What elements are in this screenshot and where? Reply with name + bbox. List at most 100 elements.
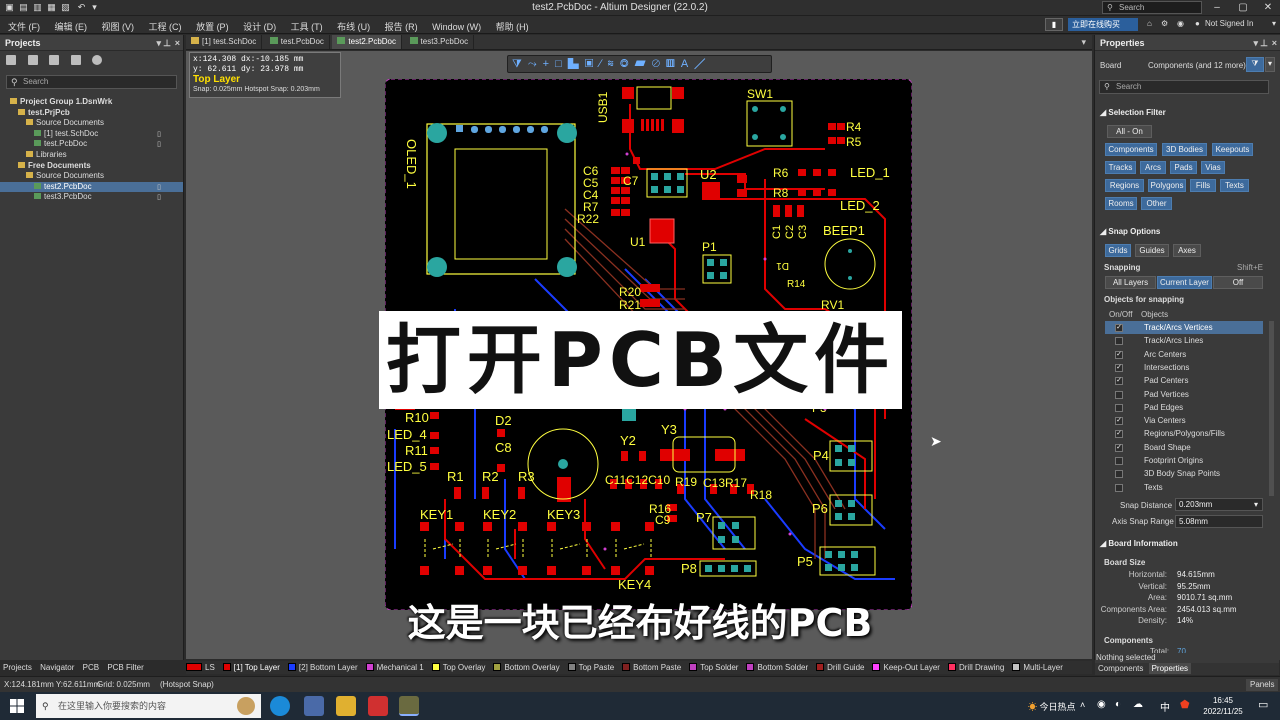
- pin-icon[interactable]: ⊥: [1260, 38, 1268, 49]
- panel-menu-icon[interactable]: ▾: [156, 38, 161, 49]
- snap-guides-toggle[interactable]: Guides: [1135, 244, 1169, 257]
- tab-test-schdoc[interactable]: [1] test.SchDoc: [186, 35, 263, 49]
- menu-design[interactable]: 设计 (D): [237, 16, 282, 37]
- line-icon[interactable]: ╱: [694, 58, 711, 70]
- snap-distance-select[interactable]: 0.203mm ▾: [1175, 498, 1263, 511]
- via-icon[interactable]: ◎: [620, 58, 635, 70]
- layer-tab[interactable]: [1] Top Layer: [222, 661, 280, 674]
- gear-icon[interactable]: ⚙: [1161, 19, 1168, 28]
- menu-tools[interactable]: 工具 (T): [285, 16, 329, 37]
- global-search-input[interactable]: ⚲ Search: [1102, 1, 1202, 14]
- layer-tab[interactable]: Bottom Solder: [746, 661, 808, 674]
- tab-projects[interactable]: Projects: [0, 662, 35, 673]
- project-tree-item[interactable]: Project Group 1.DsnWrk: [0, 97, 183, 108]
- wps-office-icon[interactable]: [368, 696, 388, 716]
- menu-view[interactable]: 视图 (V): [96, 16, 141, 37]
- snap-object-checkbox[interactable]: [1115, 390, 1123, 399]
- tray-app-icon[interactable]: ☁: [1133, 699, 1143, 710]
- redo-icon[interactable]: ▾: [89, 2, 100, 13]
- projects-search-input[interactable]: ⚲ Search: [6, 75, 177, 89]
- layer-tab[interactable]: [2] Bottom Layer: [287, 661, 358, 674]
- layer-tab[interactable]: Bottom Overlay: [493, 661, 560, 674]
- compile-icon[interactable]: [27, 55, 38, 65]
- project-tree-item[interactable]: Libraries: [0, 150, 183, 161]
- snap-current-layer[interactable]: Current Layer: [1157, 276, 1212, 289]
- open-project-icon[interactable]: ▧: [60, 2, 71, 13]
- dimension-icon[interactable]: ▥: [666, 58, 681, 70]
- snap-object-row[interactable]: 3D Body Snap Points: [1105, 467, 1263, 480]
- tab-pcb-filter[interactable]: PCB Filter: [104, 662, 146, 673]
- snap-object-row[interactable]: Texts: [1105, 481, 1263, 494]
- menu-help[interactable]: 帮助 (H): [490, 16, 535, 37]
- diff-pair-icon[interactable]: ≋: [607, 58, 619, 70]
- layer-tab[interactable]: Top Solder: [689, 661, 738, 674]
- snap-axes-toggle[interactable]: Axes: [1173, 244, 1201, 257]
- buy-online-button[interactable]: 立即在线购买: [1068, 18, 1138, 31]
- filter-summary[interactable]: Components (and 12 more): [1148, 61, 1246, 70]
- panels-button[interactable]: Panels: [1246, 679, 1279, 691]
- save-all-icon[interactable]: ▥: [32, 2, 43, 13]
- bell-icon[interactable]: ◉: [1177, 19, 1184, 28]
- undo-icon[interactable]: ↶: [76, 2, 87, 13]
- select-rect-icon[interactable]: □: [555, 58, 568, 70]
- layer-tab[interactable]: Mechanical 1: [365, 661, 424, 674]
- filter-3d-bodies[interactable]: 3D Bodies: [1162, 143, 1207, 156]
- board-information-title[interactable]: ◢ Board Information: [1100, 539, 1178, 548]
- tab-test2-pcbdoc[interactable]: test2.PcbDoc: [332, 35, 402, 49]
- input-method-label[interactable]: 中: [1160, 699, 1170, 714]
- minimize-button[interactable]: –: [1204, 0, 1230, 16]
- layer-tab[interactable]: Drill Drawing: [947, 661, 1004, 674]
- filter-pads[interactable]: Pads: [1170, 161, 1197, 174]
- snap-object-checkbox[interactable]: ✓: [1115, 430, 1123, 439]
- snap-off[interactable]: Off: [1213, 276, 1263, 289]
- user-icon[interactable]: ●: [1195, 19, 1200, 28]
- tab-pcb[interactable]: PCB: [80, 662, 102, 673]
- news-widget[interactable]: ☀ 今日热点: [1028, 700, 1076, 713]
- panel-close-icon[interactable]: ×: [175, 38, 180, 48]
- tab-navigator[interactable]: Navigator: [37, 662, 77, 673]
- filter-arcs[interactable]: Arcs: [1140, 161, 1166, 174]
- project-tree-item[interactable]: test.PrjPcb: [0, 108, 183, 119]
- snap-object-checkbox[interactable]: [1115, 337, 1123, 346]
- add-icon[interactable]: +: [543, 58, 555, 70]
- all-on-button[interactable]: All - On: [1107, 125, 1152, 138]
- filter-funnel-icon[interactable]: ⧩: [1246, 57, 1264, 72]
- snap-object-row[interactable]: ✓ Arc Centers: [1105, 348, 1263, 361]
- layer-tab[interactable]: Keep-Out Layer: [872, 661, 940, 674]
- filter-icon[interactable]: ⧩: [512, 58, 528, 70]
- text-icon[interactable]: A: [681, 58, 694, 70]
- tab-test3-pcbdoc[interactable]: test3.PcbDoc: [405, 35, 475, 49]
- snap-object-checkbox[interactable]: [1115, 483, 1123, 492]
- system-clock[interactable]: 16:45 2022/11/25: [1198, 695, 1248, 717]
- project-tree-item[interactable]: Source Documents: [0, 118, 183, 129]
- snap-object-checkbox[interactable]: ✓: [1115, 324, 1123, 332]
- pin-icon[interactable]: ⊥: [163, 38, 171, 49]
- calculator-icon[interactable]: [304, 696, 324, 716]
- filter-fills[interactable]: Fills: [1190, 179, 1216, 192]
- folder-icon[interactable]: [49, 55, 60, 65]
- filter-polygons[interactable]: Polygons: [1148, 179, 1186, 192]
- snap-object-row[interactable]: ✓ Regions/Polygons/Fills: [1105, 427, 1263, 440]
- tabs-menu-icon[interactable]: ▾: [1081, 37, 1086, 48]
- selection-filter-title[interactable]: ◢ Selection Filter: [1100, 108, 1166, 117]
- chevron-down-icon[interactable]: ▾: [1265, 57, 1275, 72]
- u1-chip[interactable]: [649, 218, 675, 244]
- file-explorer-icon[interactable]: [336, 696, 356, 716]
- menu-project[interactable]: 工程 (C): [143, 16, 188, 37]
- snap-object-checkbox[interactable]: ✓: [1115, 417, 1123, 426]
- layer-tab[interactable]: Bottom Paste: [622, 661, 681, 674]
- maximize-button[interactable]: ▢: [1230, 0, 1256, 16]
- project-tree-item[interactable]: test3.PcbDoc ▯: [0, 192, 183, 203]
- menu-place[interactable]: 放置 (P): [190, 16, 235, 37]
- snap-list-scrollbar[interactable]: [1269, 321, 1274, 496]
- snap-object-row[interactable]: Pad Edges: [1105, 401, 1263, 414]
- chat-button[interactable]: ▮: [1045, 18, 1063, 31]
- project-tree-item[interactable]: [1] test.SchDoc ▯: [0, 129, 183, 140]
- filter-texts[interactable]: Texts: [1220, 179, 1249, 192]
- project-tree-item[interactable]: Source Documents: [0, 171, 183, 182]
- menu-route[interactable]: 布线 (U): [331, 16, 376, 37]
- snap-object-checkbox[interactable]: ✓: [1115, 363, 1123, 372]
- align-icon[interactable]: ▣: [585, 58, 600, 70]
- volume-icon[interactable]: ◐: [1115, 699, 1121, 710]
- snap-object-checkbox[interactable]: [1115, 457, 1123, 465]
